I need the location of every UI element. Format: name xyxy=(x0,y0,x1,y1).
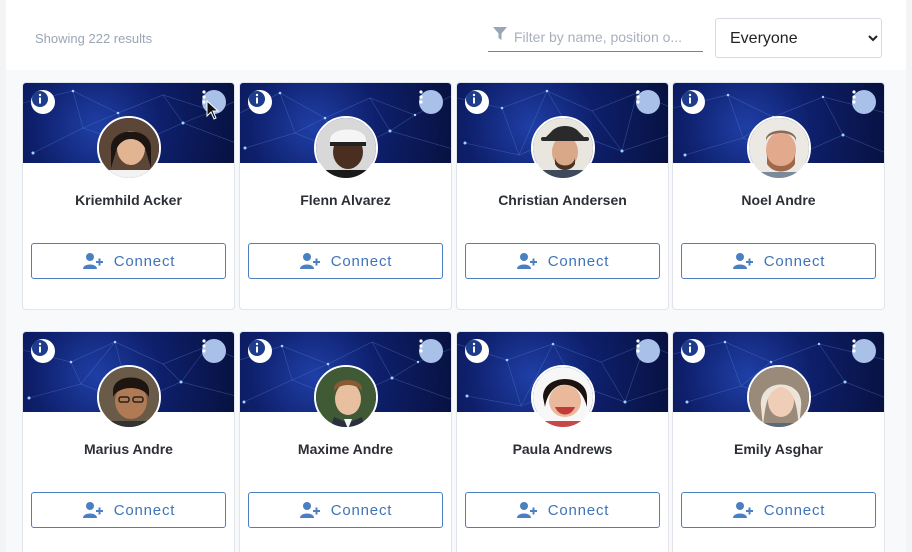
more-vertical-icon xyxy=(852,339,856,353)
info-button[interactable] xyxy=(681,90,705,114)
person-name: Kriemhild Acker xyxy=(75,192,182,208)
connect-label: Connect xyxy=(113,501,176,519)
connect-label: Connect xyxy=(330,252,393,270)
person-card: Marius Andre Connect xyxy=(22,331,235,552)
info-icon xyxy=(682,91,698,107)
mouse-pointer-icon xyxy=(206,100,220,120)
person-name: Paula Andrews xyxy=(512,441,613,457)
more-vertical-icon xyxy=(636,339,640,353)
info-icon xyxy=(32,91,48,107)
info-button[interactable] xyxy=(681,339,705,363)
add-user-icon xyxy=(732,253,753,269)
avatar xyxy=(97,116,161,180)
more-vertical-icon xyxy=(419,339,423,353)
person-name: Christian Andersen xyxy=(498,192,627,208)
connect-button[interactable]: Connect xyxy=(465,243,660,279)
filter-icon xyxy=(493,27,507,40)
info-button[interactable] xyxy=(31,90,55,114)
info-button[interactable] xyxy=(465,90,489,114)
person-name: Marius Andre xyxy=(84,441,173,457)
info-icon xyxy=(249,91,265,107)
person-name: Noel Andre xyxy=(741,192,816,208)
info-icon xyxy=(466,91,482,107)
info-icon xyxy=(466,340,482,356)
person-name: Emily Asghar xyxy=(734,441,823,457)
connect-button[interactable]: Connect xyxy=(31,243,226,279)
people-directory: Showing 222 results Everyone xyxy=(6,0,906,552)
info-button[interactable] xyxy=(248,339,272,363)
add-user-icon xyxy=(82,253,103,269)
connect-button[interactable]: Connect xyxy=(465,492,660,528)
more-options-button[interactable] xyxy=(852,90,876,114)
toolbar: Showing 222 results Everyone xyxy=(6,0,906,70)
connect-button[interactable]: Connect xyxy=(681,492,876,528)
connect-label: Connect xyxy=(763,501,826,519)
info-icon xyxy=(682,340,698,356)
add-user-icon xyxy=(299,253,320,269)
connect-label: Connect xyxy=(547,501,610,519)
more-vertical-icon xyxy=(419,90,423,104)
connect-button[interactable]: Connect xyxy=(248,243,443,279)
avatar xyxy=(531,116,595,180)
avatar xyxy=(97,365,161,429)
add-user-icon xyxy=(299,502,320,518)
more-vertical-icon xyxy=(636,90,640,104)
connect-label: Connect xyxy=(113,252,176,270)
person-card: Christian Andersen Connect xyxy=(456,82,669,310)
more-options-button[interactable] xyxy=(419,90,443,114)
add-user-icon xyxy=(516,502,537,518)
more-options-button[interactable] xyxy=(419,339,443,363)
people-grid: Kriemhild Acker Connect Flenn Alvarez Co… xyxy=(22,82,886,552)
results-count: Showing 222 results xyxy=(35,31,153,46)
connect-label: Connect xyxy=(330,501,393,519)
filter-input[interactable] xyxy=(514,26,700,48)
connect-button[interactable]: Connect xyxy=(31,492,226,528)
person-card: Paula Andrews Connect xyxy=(456,331,669,552)
add-user-icon xyxy=(732,502,753,518)
add-user-icon xyxy=(82,502,103,518)
more-options-button[interactable] xyxy=(852,339,876,363)
add-user-icon xyxy=(516,253,537,269)
avatar xyxy=(531,365,595,429)
connect-button[interactable]: Connect xyxy=(681,243,876,279)
more-options-button[interactable] xyxy=(202,339,226,363)
person-card: Noel Andre Connect xyxy=(672,82,885,310)
connect-button[interactable]: Connect xyxy=(248,492,443,528)
avatar xyxy=(314,116,378,180)
connect-label: Connect xyxy=(763,252,826,270)
avatar xyxy=(747,116,811,180)
info-button[interactable] xyxy=(465,339,489,363)
info-icon xyxy=(32,340,48,356)
person-card: Maxime Andre Connect xyxy=(239,331,452,552)
connect-label: Connect xyxy=(547,252,610,270)
more-options-button[interactable] xyxy=(636,90,660,114)
person-card: Flenn Alvarez Connect xyxy=(239,82,452,310)
more-vertical-icon xyxy=(202,339,206,353)
person-name: Maxime Andre xyxy=(297,441,394,457)
avatar xyxy=(314,365,378,429)
audience-select-wrapper[interactable]: Everyone xyxy=(715,18,882,58)
more-vertical-icon xyxy=(852,90,856,104)
info-button[interactable] xyxy=(31,339,55,363)
info-button[interactable] xyxy=(248,90,272,114)
filter-field[interactable] xyxy=(488,22,703,52)
avatar xyxy=(747,365,811,429)
person-card: Kriemhild Acker Connect xyxy=(22,82,235,310)
person-name: Flenn Alvarez xyxy=(300,192,391,208)
more-options-button[interactable] xyxy=(636,339,660,363)
person-card: Emily Asghar Connect xyxy=(672,331,885,552)
info-icon xyxy=(249,340,265,356)
audience-select[interactable]: Everyone xyxy=(716,19,881,57)
